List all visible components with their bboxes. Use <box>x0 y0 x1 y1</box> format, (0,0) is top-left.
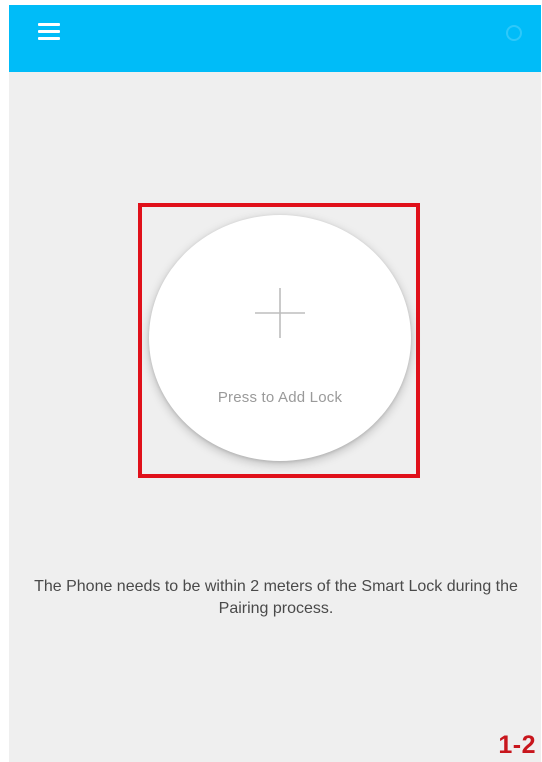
hamburger-menu-icon[interactable] <box>38 23 60 41</box>
lock-home-screen: Press to Add Lock The Phone needs to be … <box>9 5 541 762</box>
figure-label: 1-2 <box>498 731 536 759</box>
pairing-hint: The Phone needs to be within 2 meters of… <box>34 578 518 617</box>
menu-line <box>38 30 60 33</box>
menu-line <box>38 37 60 40</box>
plus-icon <box>255 288 305 338</box>
app-frame: Press to Add Lock The Phone needs to be … <box>0 0 542 762</box>
add-lock-button[interactable]: Press to Add Lock <box>149 215 411 461</box>
faint-icon <box>506 25 522 41</box>
add-lock-label: Press to Add Lock <box>217 389 343 406</box>
app-bar <box>9 5 541 72</box>
menu-line <box>38 23 60 26</box>
